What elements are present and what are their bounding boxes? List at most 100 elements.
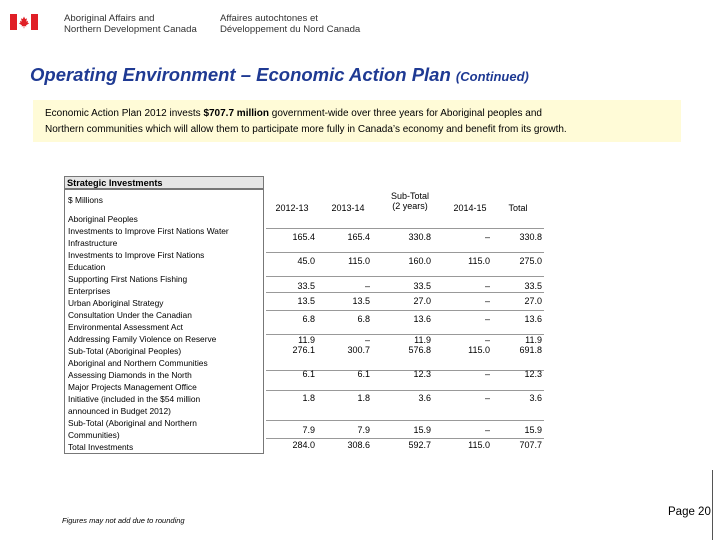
table-cell: 275.0 [519, 256, 542, 266]
intro-text-part2: government-wide over three years for Abo… [269, 108, 542, 119]
table-cell: 33.5 [524, 281, 542, 291]
table-cell: 3.6 [418, 393, 431, 403]
table-cell: 1.8 [357, 393, 370, 403]
table-cell: 592.7 [408, 440, 431, 450]
table-cell: 11.9 [414, 335, 431, 345]
org-name-french-line1: Affaires autochtones et [220, 13, 318, 24]
table-cell: – [484, 335, 490, 345]
org-name-english-line1: Aboriginal Affairs and [64, 13, 155, 24]
table-cell: 165.4 [292, 232, 315, 242]
table-cell: 6.8 [357, 314, 370, 324]
column-header: Sub-Total (2 years) [390, 191, 430, 211]
table-cell: 45.0 [297, 256, 315, 266]
table-cell: 115.0 [468, 440, 490, 450]
table-cell: – [364, 281, 370, 291]
column-header: Total [508, 203, 528, 213]
table-cell: 115.0 [468, 345, 490, 355]
table-cell: 115.0 [468, 256, 490, 266]
table-cell: 12.3 [413, 369, 431, 379]
table-cell: 300.7 [347, 345, 370, 355]
page-title-continued: (Continued) [455, 69, 529, 84]
table-cell: 1.8 [302, 393, 315, 403]
table-cell: 15.9 [413, 425, 431, 435]
table-cell: 33.5 [413, 281, 431, 291]
row-label: Environmental Assessment Act [68, 322, 183, 332]
column-header: 2012-13 [275, 203, 309, 213]
row-label: Addressing Family Violence on Reserve [68, 334, 217, 344]
row-divider [266, 292, 544, 293]
page-edge-divider [712, 470, 713, 540]
table-cell: – [484, 314, 490, 324]
row-label: Assessing Diamonds in the North [68, 370, 192, 380]
org-name-english-line2: Northern Development Canada [64, 24, 197, 35]
row-label: Total Investments [68, 442, 134, 452]
intro-callout: Economic Action Plan 2012 invests $707.7… [33, 100, 681, 142]
row-divider [266, 420, 544, 421]
table-cell: 11.9 [298, 335, 315, 345]
page-title-text: Operating Environment – Economic Action … [30, 64, 451, 85]
table-cell: 33.5 [297, 281, 315, 291]
row-label: Supporting First Nations Fishing [68, 274, 188, 284]
table-cell: 160.0 [408, 256, 431, 266]
table-cell: 6.8 [302, 314, 315, 324]
table-cell: 6.1 [357, 369, 370, 379]
table-cell: 308.6 [347, 440, 370, 450]
row-label: Aboriginal Peoples [68, 214, 138, 224]
row-divider [266, 438, 544, 439]
table-caption: Strategic Investments [64, 176, 264, 189]
table-cell: 284.0 [292, 440, 315, 450]
table-cell: – [484, 393, 490, 403]
row-divider [266, 228, 544, 229]
row-label: Enterprises [68, 286, 111, 296]
org-name-french: Affaires autochtones et Développement du… [220, 13, 360, 35]
row-label: Urban Aboriginal Strategy [68, 298, 164, 308]
row-label: Major Projects Management Office [68, 382, 197, 392]
table-cell: – [484, 232, 490, 242]
table-cell: 27.0 [413, 296, 431, 306]
table-cell: 7.9 [357, 425, 370, 435]
row-divider [266, 276, 544, 277]
table-cell: 330.8 [519, 232, 542, 242]
row-label: Sub-Total (Aboriginal Peoples) [68, 346, 182, 356]
org-name-english: Aboriginal Affairs and Northern Developm… [64, 13, 197, 35]
table-cell: – [484, 425, 490, 435]
table-cell: 330.8 [408, 232, 431, 242]
table-cell: – [484, 281, 490, 291]
row-label: Consultation Under the Canadian [68, 310, 192, 320]
table-cell: – [484, 369, 490, 379]
org-name-french-line2: Développement du Nord Canada [220, 24, 361, 35]
row-label: Investments to Improve First Nations Wat… [68, 226, 229, 236]
table-cell: 115.0 [348, 256, 370, 266]
page-number: Page 20 [668, 506, 711, 518]
row-divider [266, 310, 544, 311]
row-label: Communities) [68, 430, 120, 440]
table-cell: 13.6 [524, 314, 542, 324]
row-label: Education [68, 262, 106, 272]
table-cell: 15.9 [524, 425, 542, 435]
canada-flag-icon [10, 14, 38, 30]
row-label: Aboriginal and Northern Communities [68, 358, 208, 368]
table-cell: 11.9 [525, 335, 542, 345]
table-cell: – [364, 335, 370, 345]
row-label: Initiative (included in the $54 million [68, 394, 201, 404]
page-title: Operating Environment – Economic Action … [30, 64, 529, 86]
column-header: 2013-14 [331, 203, 365, 213]
intro-line2: Northern communities which will allow th… [45, 124, 567, 135]
row-label: Infrastructure [68, 238, 118, 248]
table-cell: – [484, 296, 490, 306]
table-cell: 13.6 [413, 314, 431, 324]
intro-amount: $707.7 million [203, 108, 270, 119]
table-cell: 27.0 [524, 296, 542, 306]
row-label: announced in Budget 2012) [68, 406, 171, 416]
table-cell: 3.6 [529, 393, 542, 403]
unit-label: $ Millions [68, 195, 103, 205]
table-cell: 276.1 [292, 345, 315, 355]
row-label: Investments to Improve First Nations [68, 250, 205, 260]
table-cell: 6.1 [302, 369, 315, 379]
table-cell: 12.3 [524, 369, 542, 379]
row-divider [266, 252, 544, 253]
footnote: Figures may not add due to rounding [62, 516, 185, 525]
table-cell: 165.4 [347, 232, 370, 242]
table-cell: 576.8 [408, 345, 431, 355]
table-cell: 707.7 [519, 440, 542, 450]
